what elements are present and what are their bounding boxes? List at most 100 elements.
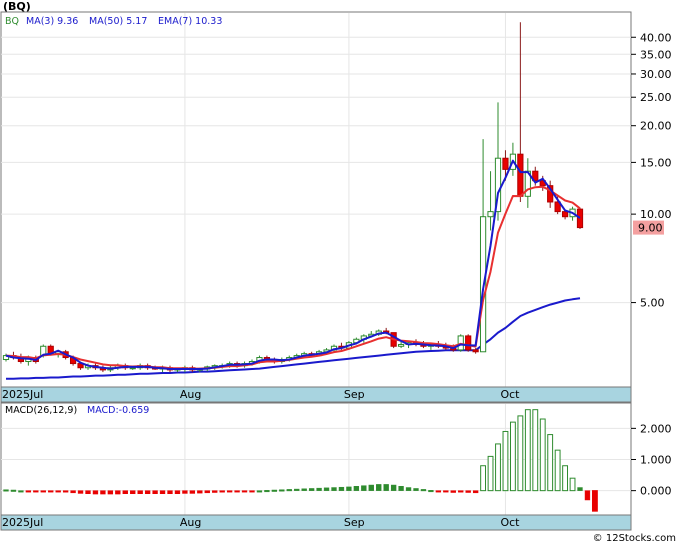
price-y-tick-label: 5.00 xyxy=(640,297,665,310)
macd-bar xyxy=(532,409,539,492)
price-y-tick-label: 35.00 xyxy=(640,48,672,61)
macd-legend-value: MACD:-0.659 xyxy=(87,405,149,416)
macd-bar xyxy=(77,490,84,494)
macd-x-tick-label: Oct xyxy=(500,516,520,529)
macd-bar xyxy=(204,490,210,494)
macd-bar xyxy=(539,418,546,492)
macd-bar xyxy=(390,484,397,491)
macd-bar xyxy=(413,488,419,491)
macd-bar xyxy=(62,490,69,493)
macd-bar xyxy=(234,490,240,493)
macd-bar xyxy=(212,490,218,493)
macd-bar xyxy=(48,490,54,493)
price-y-tick-label: 25.00 xyxy=(640,91,672,104)
candle-body xyxy=(487,211,494,218)
macd-bar xyxy=(85,490,91,495)
macd-bar xyxy=(294,488,300,491)
macd-bar xyxy=(562,465,569,492)
price-x-tick-label: 2025Jul xyxy=(2,388,43,401)
macd-bar xyxy=(137,490,143,495)
macd-y-tick-label: 2.000 xyxy=(640,422,672,435)
macd-bar xyxy=(115,490,121,495)
macd-bar xyxy=(480,465,487,492)
legend-symbol: BQ xyxy=(5,16,19,27)
price-y-axis: 5.00 10.00 15.00 20.00 25.00 30.00 35.00 40.00 xyxy=(631,31,672,310)
macd-bar xyxy=(428,490,434,493)
macd-bar xyxy=(308,488,315,491)
macd-bar xyxy=(40,490,46,493)
price-x-axis-band xyxy=(0,386,632,403)
macd-bar xyxy=(331,487,337,491)
macd-bar xyxy=(524,409,531,492)
macd-bar xyxy=(398,486,404,491)
macd-bar xyxy=(286,489,292,492)
macd-bar xyxy=(323,487,330,491)
price-panel xyxy=(0,11,632,391)
macd-bar xyxy=(509,421,516,492)
macd-y-tick-label: 1.000 xyxy=(640,454,672,467)
macd-bar xyxy=(33,490,39,493)
chart-svg: 5.0010.0015.0020.0025.0030.0035.0040.00 … xyxy=(0,0,676,544)
macd-bar xyxy=(122,490,128,495)
macd-bar xyxy=(271,489,278,492)
macd-bar xyxy=(458,490,464,493)
macd-bar xyxy=(249,490,255,493)
macd-x-tick-label: Sep xyxy=(344,516,365,529)
candle-body xyxy=(502,157,509,170)
macd-bar xyxy=(450,490,456,493)
macd-bar xyxy=(547,434,554,492)
macd-bar xyxy=(577,487,583,491)
macd-bar xyxy=(241,490,248,493)
price-x-tick-label: Aug xyxy=(180,388,201,401)
macd-x-tick-label: 2025Jul xyxy=(2,516,43,529)
legend-ema7: EMA(7) 10.33 xyxy=(158,16,222,27)
macd-bar xyxy=(591,490,598,512)
price-x-tick-label: Sep xyxy=(344,388,365,401)
macd-bar xyxy=(487,455,494,492)
candle-body xyxy=(465,335,472,351)
macd-bar xyxy=(10,489,17,492)
macd-bar xyxy=(435,490,442,493)
macd-bar xyxy=(159,490,166,495)
macd-bar xyxy=(338,486,345,491)
macd-bar xyxy=(420,489,427,492)
macd-bar xyxy=(144,490,151,495)
macd-bar xyxy=(279,489,285,492)
macd-bar xyxy=(405,487,412,491)
macd-bar xyxy=(346,486,352,491)
macd-bar xyxy=(189,490,196,494)
price-y-tick-label: 30.00 xyxy=(640,68,672,81)
candle-body xyxy=(517,153,524,197)
macd-bar xyxy=(517,415,524,492)
macd-y-axis: 0.000 1.000 2.000 xyxy=(631,422,672,498)
macd-bar xyxy=(316,487,322,491)
macd-bar xyxy=(152,490,158,495)
macd-bar xyxy=(376,484,382,491)
macd-bar xyxy=(18,490,24,493)
macd-legend-params: MACD(26,12,9) xyxy=(5,405,77,416)
macd-bar xyxy=(353,486,360,491)
macd-bar xyxy=(569,477,576,492)
macd-y-tick-label: 0.000 xyxy=(640,485,672,498)
macd-bar xyxy=(256,490,263,493)
macd-bar xyxy=(361,485,367,491)
legend-ma3: MA(3) 9.36 xyxy=(26,16,78,27)
macd-x-axis-band xyxy=(0,514,632,531)
macd-bar xyxy=(3,489,9,492)
macd-bar xyxy=(70,490,76,494)
macd-bar xyxy=(167,490,173,495)
macd-bar xyxy=(443,490,449,493)
macd-bar xyxy=(219,490,225,493)
macd-bar xyxy=(584,490,591,501)
macd-bar xyxy=(182,490,188,494)
macd-bar xyxy=(197,490,203,494)
macd-bar xyxy=(383,484,389,491)
last-price-tag-label: 9.00 xyxy=(638,222,663,235)
macd-bar xyxy=(107,490,114,495)
price-y-tick-label: 15.00 xyxy=(640,156,672,169)
macd-bar xyxy=(301,488,307,491)
macd-bar xyxy=(368,484,374,491)
macd-bar xyxy=(502,430,509,492)
macd-bar xyxy=(472,490,479,494)
price-y-tick-label: 40.00 xyxy=(640,31,672,44)
